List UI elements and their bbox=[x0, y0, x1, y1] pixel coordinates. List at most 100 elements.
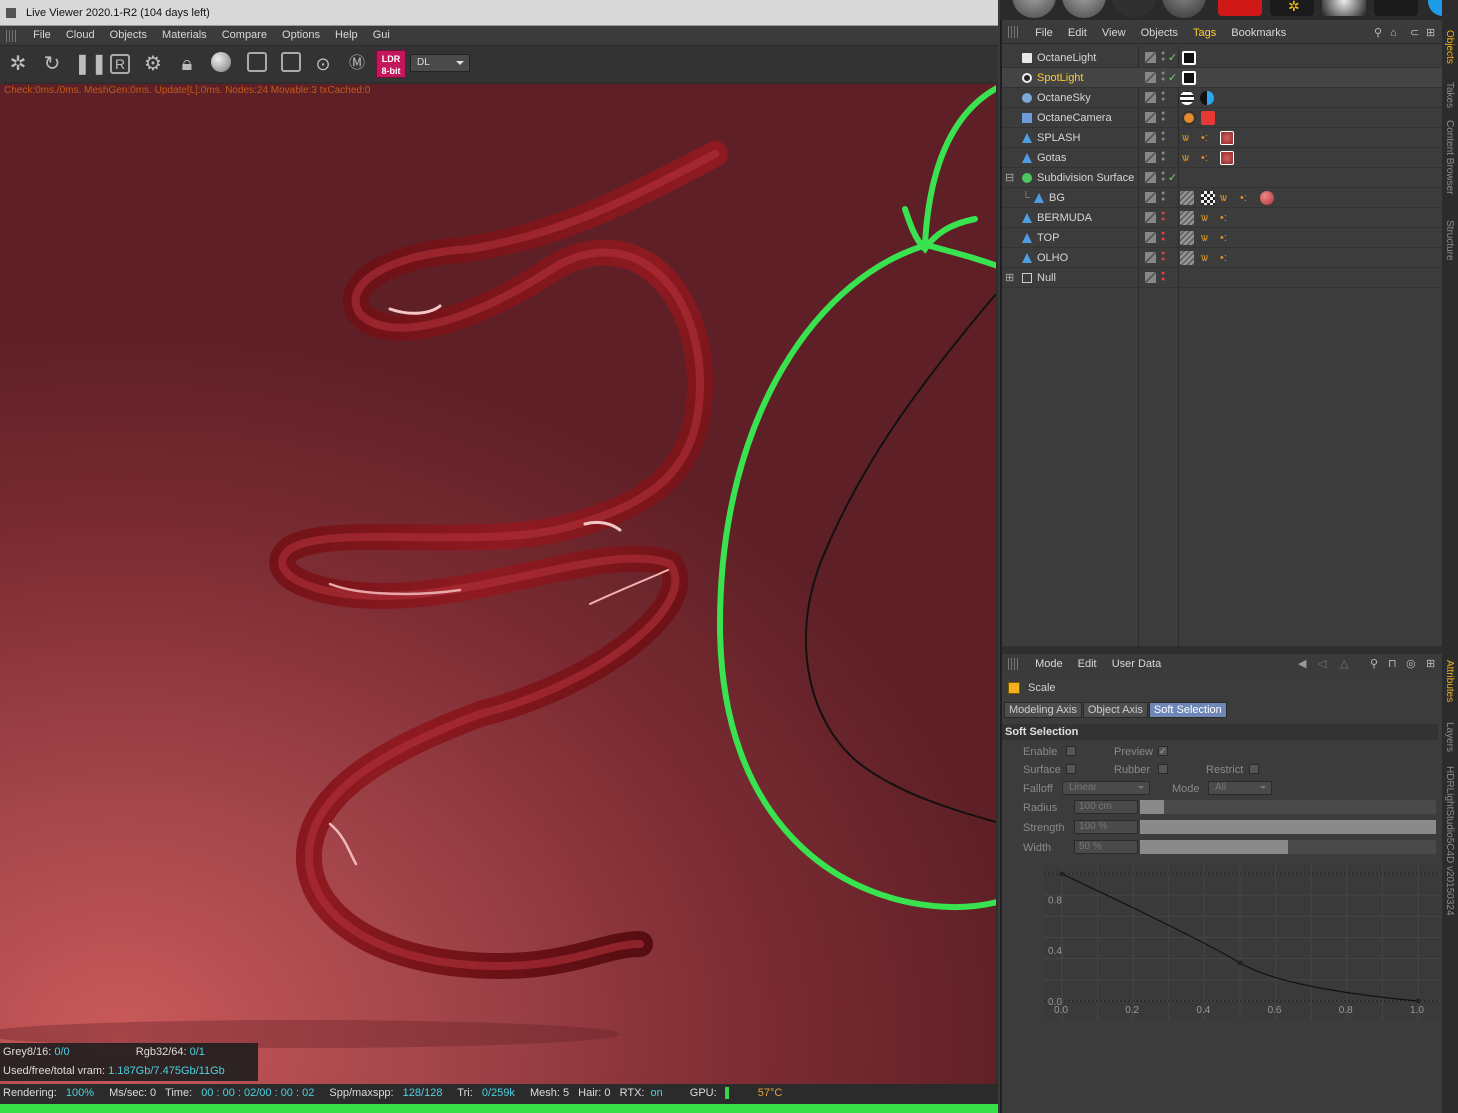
object-row-splash[interactable]: SPLASH ● ● ѡ •: bbox=[1002, 128, 1442, 148]
menu-objects[interactable]: Objects bbox=[104, 26, 153, 45]
menu-compare[interactable]: Compare bbox=[216, 26, 273, 45]
visibility-dots[interactable]: ● ● bbox=[1161, 230, 1166, 245]
material-swatch[interactable]: ✲ bbox=[1270, 0, 1314, 16]
om-menu-tags[interactable]: Tags bbox=[1187, 22, 1222, 44]
visibility-dots[interactable]: ● ● bbox=[1161, 150, 1166, 165]
region-render-icon[interactable]: R bbox=[108, 52, 132, 76]
lock-icon[interactable]: 🔒︎ bbox=[175, 52, 199, 76]
octane-light-tag-icon[interactable] bbox=[1182, 51, 1196, 65]
vtab-structure[interactable]: Structure bbox=[1444, 220, 1455, 261]
display-tag-icon[interactable] bbox=[1180, 231, 1194, 245]
lock-icon[interactable]: ⊓ bbox=[1388, 654, 1397, 674]
enabled-check-icon[interactable]: ✓ bbox=[1168, 168, 1177, 188]
object-row-octanesky[interactable]: OctaneSky ● ● bbox=[1002, 88, 1442, 108]
material-tag-icon[interactable] bbox=[1220, 131, 1234, 145]
render-mode-select[interactable]: DL bbox=[410, 54, 470, 72]
layer-icon[interactable] bbox=[1145, 192, 1156, 203]
object-row-spotlight[interactable]: SpotLight ● ● ✓ bbox=[1002, 68, 1442, 88]
material-swatch[interactable] bbox=[1062, 0, 1106, 18]
object-row-bermuda[interactable]: BERMUDA ● ● ѡ •: bbox=[1002, 208, 1442, 228]
grip-icon[interactable] bbox=[1008, 26, 1020, 38]
back-arrow-icon[interactable]: ◀ bbox=[1298, 654, 1306, 674]
home-icon[interactable]: ⌂ bbox=[1390, 22, 1397, 44]
material-swatch[interactable] bbox=[1012, 0, 1056, 18]
object-row-null[interactable]: ⊞ Null ● ● bbox=[1002, 268, 1442, 288]
display-tag-icon[interactable] bbox=[1180, 191, 1194, 205]
visibility-dots[interactable]: ● ● bbox=[1161, 70, 1166, 85]
vtab-objects[interactable]: Objects bbox=[1444, 30, 1455, 64]
menu-cloud[interactable]: Cloud bbox=[60, 26, 101, 45]
width-input[interactable]: 50 % bbox=[1074, 840, 1138, 854]
material-swatch[interactable] bbox=[1162, 0, 1206, 18]
display-tag-icon[interactable] bbox=[1180, 211, 1194, 225]
texture-tag-icon[interactable] bbox=[1201, 191, 1215, 205]
forward-arrow-icon[interactable]: ◁ bbox=[1318, 654, 1326, 674]
falloff-curve-graph[interactable]: 0.8 0.4 0.0 0.0 0.2 0.4 0.6 0.8 1.0 bbox=[1044, 864, 1440, 1020]
visibility-dots[interactable]: ● ● bbox=[1161, 130, 1166, 145]
material-tag-icon[interactable] bbox=[1220, 151, 1234, 165]
octane-light-tag-icon[interactable] bbox=[1182, 71, 1196, 85]
om-menu-edit[interactable]: Edit bbox=[1062, 22, 1093, 44]
phong-tag-icon[interactable]: ѡ bbox=[1220, 191, 1234, 205]
uvw-tag-icon[interactable]: •: bbox=[1220, 251, 1234, 265]
new-window-icon[interactable]: ⊞ bbox=[1426, 654, 1435, 674]
vtab-takes[interactable]: Takes bbox=[1444, 82, 1455, 108]
width-slider[interactable] bbox=[1140, 840, 1436, 854]
pick-object-icon[interactable]: ⊙ bbox=[311, 52, 335, 76]
environment-tag-icon[interactable] bbox=[1200, 91, 1214, 105]
strength-input[interactable]: 100 % bbox=[1074, 820, 1138, 834]
am-menu-edit[interactable]: Edit bbox=[1072, 654, 1103, 674]
vtab-layers[interactable]: Layers bbox=[1444, 722, 1455, 752]
uvw-tag-icon[interactable]: •: bbox=[1240, 191, 1254, 205]
visibility-dots[interactable]: ● ● bbox=[1161, 170, 1166, 185]
am-menu-mode[interactable]: Mode bbox=[1029, 654, 1069, 674]
om-menu-view[interactable]: View bbox=[1096, 22, 1132, 44]
curve-knot[interactable] bbox=[1237, 960, 1243, 966]
layer-icon[interactable] bbox=[1145, 132, 1156, 143]
layer-icon[interactable] bbox=[1145, 172, 1156, 183]
preview-checkbox[interactable]: ✓ bbox=[1158, 746, 1168, 756]
link-icon[interactable]: ⊂ bbox=[1410, 22, 1419, 44]
enable-checkbox[interactable] bbox=[1066, 746, 1076, 756]
pick-focus-icon[interactable] bbox=[245, 52, 269, 76]
object-row-octanelight[interactable]: OctaneLight ● ● ✓ bbox=[1002, 48, 1442, 68]
protection-tag-icon[interactable] bbox=[1182, 111, 1196, 125]
layer-icon[interactable] bbox=[1145, 252, 1156, 263]
layer-icon[interactable] bbox=[1145, 152, 1156, 163]
menu-file[interactable]: File bbox=[27, 26, 57, 45]
radius-slider[interactable] bbox=[1140, 800, 1436, 814]
rubber-checkbox[interactable] bbox=[1158, 764, 1168, 774]
target-icon[interactable]: ◎ bbox=[1406, 654, 1416, 674]
layer-icon[interactable] bbox=[1145, 52, 1156, 63]
grip-icon[interactable] bbox=[6, 30, 18, 42]
curve-knot[interactable] bbox=[1415, 998, 1421, 1004]
pick-material-icon[interactable] bbox=[279, 52, 303, 76]
visibility-dots[interactable]: ● ● bbox=[1161, 50, 1166, 65]
tab-object-axis[interactable]: Object Axis bbox=[1082, 702, 1148, 718]
collapse-toggle-icon[interactable]: ⊟ bbox=[1005, 168, 1014, 188]
layer-icon[interactable] bbox=[1145, 212, 1156, 223]
up-arrow-icon[interactable]: △ bbox=[1340, 654, 1348, 674]
mode-select[interactable]: All bbox=[1208, 781, 1272, 795]
phong-tag-icon[interactable]: ѡ bbox=[1182, 151, 1196, 165]
menu-materials[interactable]: Materials bbox=[156, 26, 213, 45]
object-row-olho[interactable]: OLHO ● ● ѡ •: bbox=[1002, 248, 1442, 268]
visibility-dots[interactable]: ● ● bbox=[1161, 270, 1166, 285]
display-tag-icon[interactable] bbox=[1180, 251, 1194, 265]
vtab-attributes[interactable]: Attributes bbox=[1444, 660, 1455, 702]
phong-tag-icon[interactable]: ѡ bbox=[1201, 231, 1215, 245]
strength-slider[interactable] bbox=[1140, 820, 1436, 834]
pause-icon[interactable]: ❚❚ bbox=[74, 52, 108, 76]
radius-input[interactable]: 100 cm bbox=[1074, 800, 1138, 814]
uvw-tag-icon[interactable]: •: bbox=[1220, 231, 1234, 245]
uvw-tag-icon[interactable]: •: bbox=[1201, 151, 1215, 165]
visibility-dots[interactable]: ● ● bbox=[1161, 210, 1166, 225]
surface-checkbox[interactable] bbox=[1066, 764, 1076, 774]
visibility-dots[interactable]: ● ● bbox=[1161, 190, 1166, 205]
restrict-checkbox[interactable] bbox=[1249, 764, 1259, 774]
layer-icon[interactable] bbox=[1145, 92, 1156, 103]
tab-soft-selection[interactable]: Soft Selection bbox=[1148, 702, 1227, 718]
layer-icon[interactable] bbox=[1145, 112, 1156, 123]
enabled-check-icon[interactable]: ✓ bbox=[1168, 48, 1177, 68]
phong-tag-icon[interactable]: ѡ bbox=[1182, 131, 1196, 145]
